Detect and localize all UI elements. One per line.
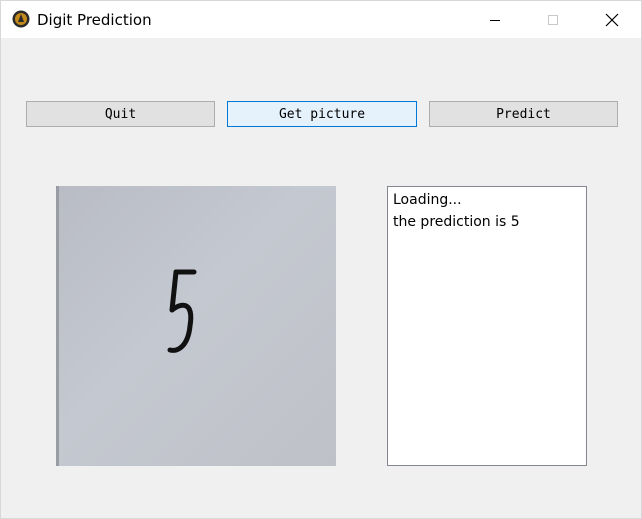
close-icon — [605, 13, 619, 27]
output-textbox[interactable]: Loading... the prediction is 5 — [387, 186, 587, 466]
quit-button[interactable]: Quit — [26, 101, 215, 127]
output-line: Loading... — [393, 192, 462, 208]
main-window: Digit Prediction Quit Get picture Predic… — [0, 0, 642, 519]
close-button[interactable] — [589, 1, 635, 38]
get-picture-button[interactable]: Get picture — [227, 101, 417, 127]
output-line: the prediction is 5 — [393, 214, 520, 230]
maximize-button[interactable] — [530, 1, 576, 38]
minimize-button[interactable] — [472, 1, 518, 38]
minimize-icon — [489, 14, 501, 26]
window-title: Digit Prediction — [37, 11, 152, 29]
app-icon — [12, 10, 30, 28]
title-bar[interactable]: Digit Prediction — [1, 1, 641, 38]
digit-picture — [56, 186, 336, 466]
predict-button[interactable]: Predict — [429, 101, 618, 127]
maximize-icon — [547, 14, 559, 26]
